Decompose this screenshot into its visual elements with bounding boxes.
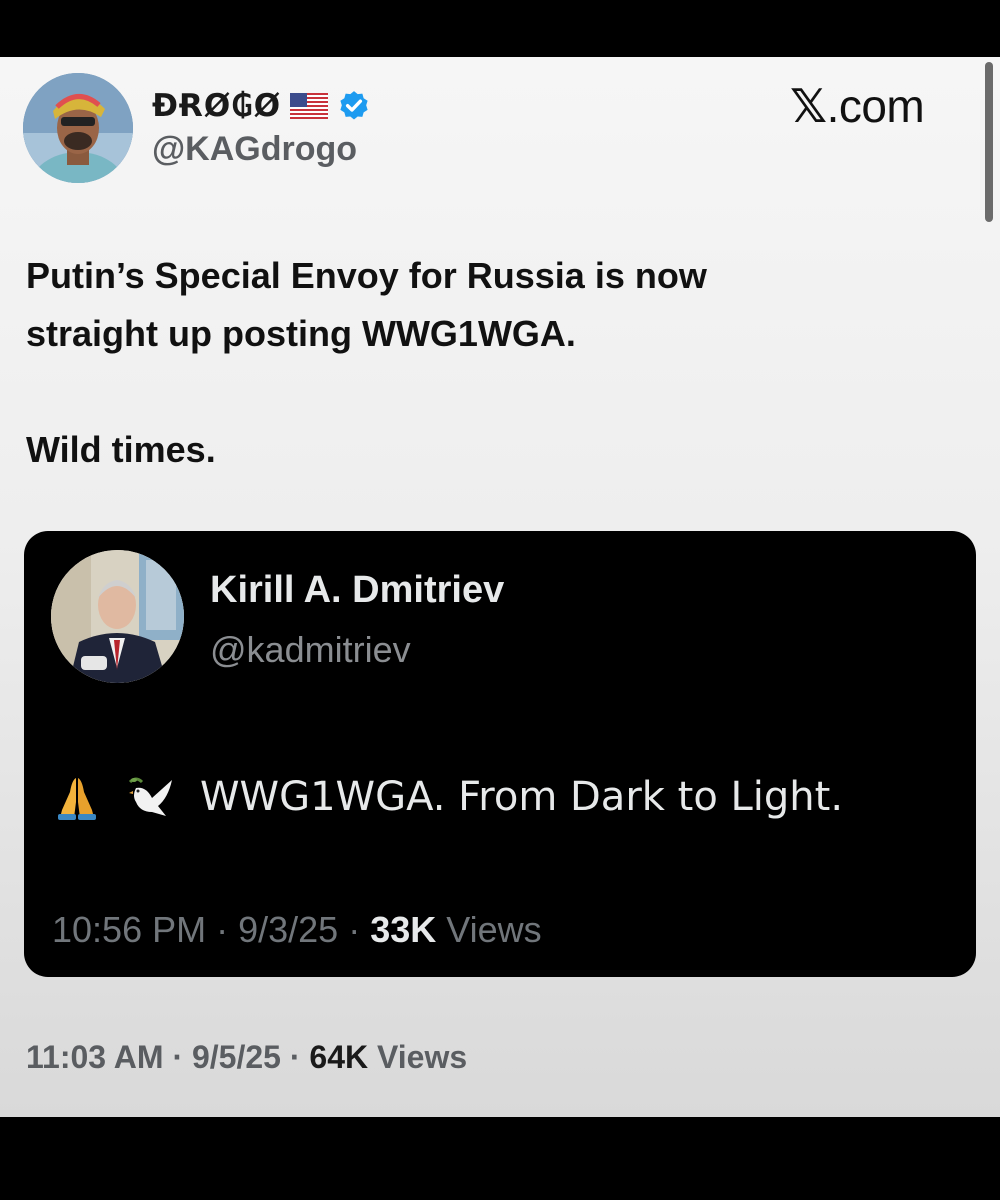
- quoted-author-name[interactable]: Kirill A. Dmitriev: [210, 569, 504, 612]
- top-black-bar: [0, 0, 1000, 57]
- us-flag-icon: [290, 93, 329, 119]
- post-text-line: straight up posting WWG1WGA.: [26, 313, 576, 354]
- quoted-views-label: Views: [446, 909, 542, 950]
- post-text-line: Wild times.: [26, 429, 216, 470]
- separator: ·: [280, 1039, 310, 1075]
- x-logo-icon: 𝕏: [790, 80, 827, 132]
- avatar-icon: [23, 73, 133, 183]
- quoted-author-avatar[interactable]: [51, 550, 184, 683]
- quoted-text-row: WWG1WGA. From Dark to Light.: [52, 767, 843, 827]
- post-card: ĐɌØ₲Ø @KAGdrogo 𝕏.com Putin’s Special En…: [0, 57, 1000, 1117]
- quoted-date[interactable]: 9/3/25: [238, 909, 338, 950]
- folded-hands-icon: [58, 778, 96, 820]
- author-display-name[interactable]: ĐɌØ₲Ø: [152, 88, 281, 124]
- dove-icon: [128, 777, 172, 816]
- verified-badge-icon: [340, 91, 368, 120]
- quoted-meta: 10:56 PM · 9/3/25 · 33K Views: [52, 909, 542, 951]
- source-label-text: .com: [826, 80, 925, 132]
- author-avatar[interactable]: [23, 73, 133, 183]
- post-time[interactable]: 11:03 AM: [26, 1039, 164, 1075]
- scrollbar[interactable]: [985, 62, 993, 222]
- bottom-black-bar: [0, 1117, 1000, 1200]
- avatar-icon: [51, 550, 184, 683]
- source-label: 𝕏.com: [790, 79, 925, 133]
- quoted-time[interactable]: 10:56 PM: [52, 909, 206, 950]
- post-date[interactable]: 9/5/25: [192, 1039, 281, 1075]
- quoted-post[interactable]: Kirill A. Dmitriev @kadmitriev WWG1WGA. …: [24, 531, 976, 977]
- post-meta: 11:03 AM · 9/5/25 · 64K Views: [26, 1039, 467, 1076]
- author-name-row: ĐɌØ₲Ø: [152, 86, 371, 126]
- quoted-views-count: 33K: [370, 909, 437, 950]
- post-views-label: Views: [376, 1039, 468, 1075]
- quoted-text: WWG1WGA. From Dark to Light.: [200, 774, 844, 820]
- post-text: Putin’s Special Envoy for Russia is now …: [26, 247, 966, 479]
- separator: ·: [163, 1039, 192, 1075]
- post-text-line: Putin’s Special Envoy for Russia is now: [26, 255, 707, 296]
- separator: ·: [338, 909, 371, 950]
- post-views-count: 64K: [309, 1039, 369, 1075]
- separator: ·: [206, 909, 239, 950]
- author-handle[interactable]: @KAGdrogo: [152, 130, 357, 169]
- quoted-author-handle[interactable]: @kadmitriev: [210, 629, 411, 671]
